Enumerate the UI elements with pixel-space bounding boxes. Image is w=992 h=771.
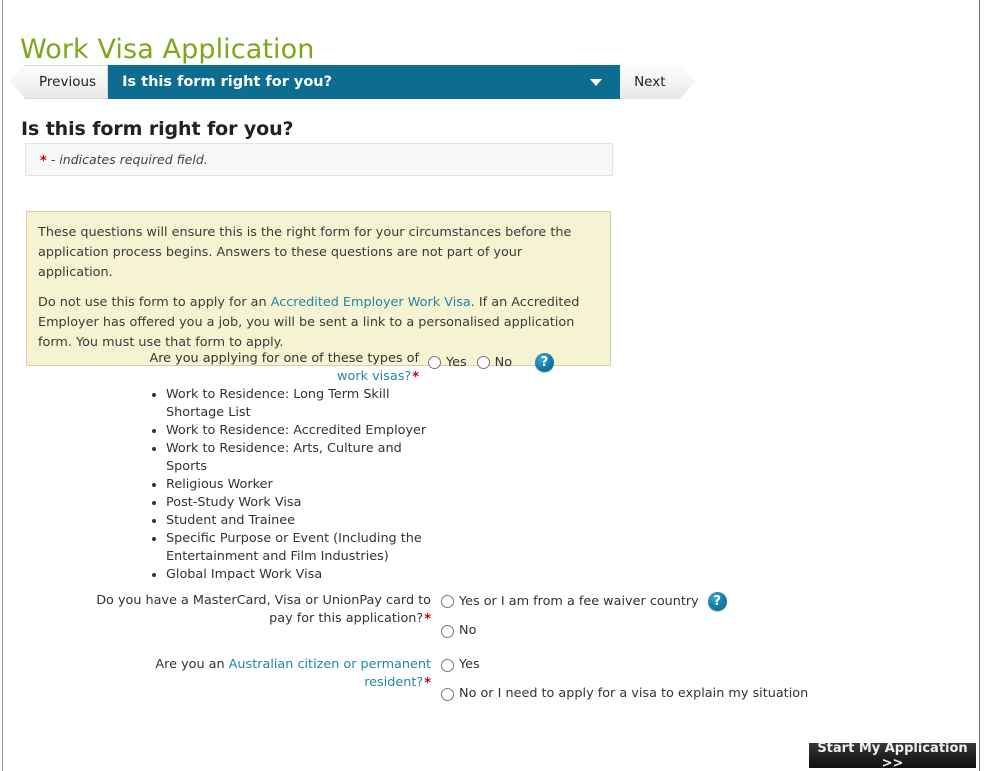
page-frame: Work Visa Application Previous Is this f… (2, 0, 980, 771)
radio-label-no[interactable]: No or I need to apply for a visa to expl… (459, 685, 808, 703)
list-item: Work to Residence: Long Term Skill Short… (166, 386, 434, 422)
radio-option-yes-fee-waiver[interactable]: Yes or I am from a fee waiver country ? (441, 592, 727, 611)
question-payment-card-answers: Yes or I am from a fee waiver country ? … (441, 592, 727, 640)
info-box-paragraph-2: Do not use this form to apply for an Acc… (38, 293, 598, 353)
page-title: Work Visa Application (20, 34, 315, 66)
list-item: Global Impact Work Visa (166, 566, 434, 584)
radio-option-no[interactable]: No or I need to apply for a visa to expl… (441, 685, 808, 703)
radio-option-no[interactable]: No (476, 354, 512, 372)
radio-work-visa-types-no[interactable] (476, 356, 490, 369)
question-work-visa-types-answers: Yes No ? (428, 350, 555, 372)
list-item: Work to Residence: Accredited Employer (166, 422, 434, 440)
info-text-before-link: Do not use this form to apply for an (38, 295, 271, 310)
radio-label-no[interactable]: No (495, 354, 512, 372)
current-step-dropdown[interactable]: Is this form right for you? (108, 65, 621, 99)
question-payment-card-label: Do you have a MasterCard, Visa or UnionP… (95, 592, 432, 628)
list-item: Student and Trainee (166, 512, 434, 530)
current-step-label: Is this form right for you? (122, 74, 333, 90)
work-visas-link[interactable]: work visas? (337, 369, 411, 384)
question-payment-card: Do you have a MasterCard, Visa or UnionP… (95, 592, 735, 640)
radio-option-yes[interactable]: Yes (428, 354, 467, 372)
start-my-application-button[interactable]: Start My Application >> (809, 741, 976, 771)
radio-label-yes[interactable]: Yes (459, 656, 480, 674)
help-icon[interactable]: ? (535, 353, 555, 372)
chevron-down-icon (590, 78, 603, 86)
previous-button-label: Previous (39, 74, 97, 90)
required-asterisk: * (424, 612, 431, 627)
required-asterisk: * (412, 370, 419, 385)
info-box: These questions will ensure this is the … (26, 211, 611, 366)
question-2-text: Do you have a MasterCard, Visa or UnionP… (96, 593, 431, 626)
question-australian-citizen-answers: Yes No or I need to apply for a visa to … (441, 656, 808, 703)
radio-payment-card-no[interactable] (441, 624, 454, 638)
question-australian-citizen-label: Are you an Australian citizen or permane… (95, 656, 432, 692)
next-button-label: Next (634, 74, 666, 90)
radio-label-yes[interactable]: Yes (446, 354, 467, 372)
radio-label-no[interactable]: No (459, 622, 476, 640)
question-1-text: Are you applying for one of these types … (149, 351, 419, 366)
required-field-notice: * - indicates required field. (25, 143, 613, 176)
visa-types-list: Work to Residence: Long Term Skill Short… (148, 386, 434, 584)
required-asterisk: * (424, 676, 431, 691)
question-work-visa-types: Are you applying for one of these types … (123, 350, 563, 386)
list-item: Specific Purpose or Event (Including the… (166, 530, 434, 566)
radio-australian-citizen-yes[interactable] (441, 658, 454, 672)
radio-work-visa-types-yes[interactable] (428, 356, 441, 369)
list-item: Religious Worker (166, 476, 434, 494)
question-australian-citizen: Are you an Australian citizen or permane… (95, 656, 855, 703)
next-button[interactable]: Next (620, 65, 695, 99)
list-item: Work to Residence: Arts, Culture and Spo… (166, 440, 434, 476)
required-asterisk: * (40, 154, 47, 169)
radio-option-yes[interactable]: Yes (441, 656, 808, 674)
help-icon[interactable]: ? (707, 592, 727, 611)
section-heading: Is this form right for you? (21, 118, 294, 140)
radio-option-no[interactable]: No (441, 622, 727, 640)
info-box-paragraph-1: These questions will ensure this is the … (38, 225, 572, 280)
radio-payment-card-yes[interactable] (441, 595, 454, 608)
question-3-text: Are you an (155, 657, 229, 672)
accredited-employer-work-visa-link[interactable]: Accredited Employer Work Visa (271, 295, 471, 310)
previous-button[interactable]: Previous (11, 65, 109, 99)
list-item: Post-Study Work Visa (166, 494, 434, 512)
wizard-navigation-bar: Previous Is this form right for you? Nex… (11, 65, 696, 99)
australian-citizen-link[interactable]: Australian citizen or permanent resident… (229, 657, 431, 690)
radio-australian-citizen-no[interactable] (441, 687, 454, 701)
required-field-text: - indicates required field. (50, 152, 208, 167)
question-work-visa-types-label: Are you applying for one of these types … (123, 350, 420, 386)
radio-label-yes-fee-waiver[interactable]: Yes or I am from a fee waiver country (459, 593, 699, 611)
page-content: Work Visa Application Previous Is this f… (3, 0, 979, 771)
